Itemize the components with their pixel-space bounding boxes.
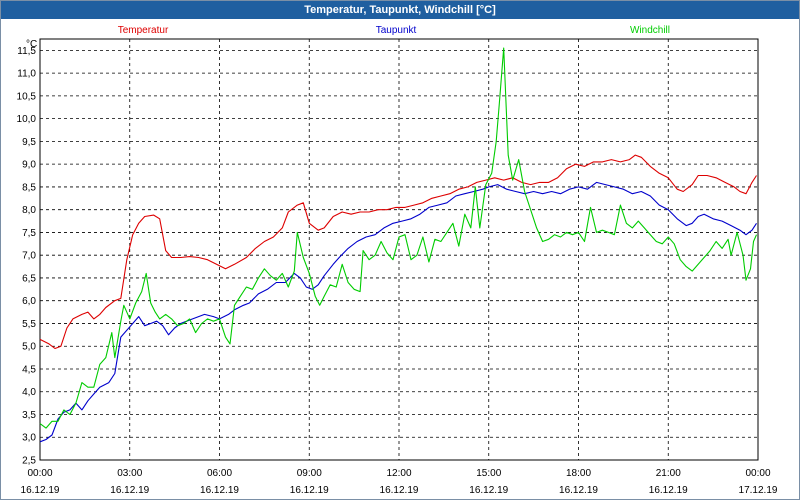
- y-tick-label: 8,5: [22, 182, 36, 193]
- x-tick-date-label: 16.12.19: [380, 485, 419, 496]
- x-tick-date-label: 16.12.19: [290, 485, 329, 496]
- y-tick-label: 3,5: [22, 410, 36, 421]
- y-tick-label: 2,5: [22, 456, 36, 467]
- y-tick-label: 11,0: [17, 69, 36, 80]
- y-tick-label: 10,0: [17, 114, 37, 125]
- y-tick-label: 7,5: [22, 228, 36, 239]
- x-axis-ticks: 00:00 16.12.19 03:00 16.12.19 06:00 16.12.19 0…: [21, 468, 778, 496]
- y-tick-label: 8,0: [22, 205, 36, 216]
- line-chart: °C 2,53,03,54,04,55,05,56,06,57,07,58,08…: [17, 25, 778, 496]
- chart-legend: Temperatur Taupunkt Windchill: [118, 25, 670, 36]
- x-tick-time-label: 09:00: [297, 468, 322, 479]
- x-tick-time-label: 18:00: [566, 468, 591, 479]
- y-tick-label: 11,5: [17, 46, 36, 57]
- x-tick-date-label: 16.12.19: [200, 485, 239, 496]
- x-tick-date-label: 16.12.19: [469, 485, 508, 496]
- x-tick-time-label: 06:00: [207, 468, 232, 479]
- x-tick-date-label: 16.12.19: [649, 485, 688, 496]
- legend-item-taupunkt: Taupunkt: [376, 25, 417, 36]
- x-tick-time-label: 12:00: [386, 468, 411, 479]
- y-tick-label: 6,0: [22, 296, 36, 307]
- series-line-temperatur: [39, 154, 757, 350]
- series-lines: [39, 47, 758, 443]
- y-tick-label: 3,0: [22, 433, 36, 444]
- legend-item-temperatur: Temperatur: [118, 25, 169, 36]
- y-tick-label: 7,0: [22, 251, 36, 262]
- y-tick-label: 5,5: [22, 319, 36, 330]
- y-axis-ticks: 2,5 3,0 3,5 4,0 4,5 5,0 5,5 6,0 6,5 7,0 7,5 8,0 8,5 9…: [17, 46, 37, 467]
- x-tick-time-label: 00:00: [27, 468, 52, 479]
- y-tick-label: 10,5: [17, 91, 37, 102]
- y-tick-label: 4,0: [22, 387, 36, 398]
- x-tick-time-label: 03:00: [117, 468, 142, 479]
- x-tick-date-label: 17.12.19: [739, 485, 778, 496]
- y-tick-label: 9,5: [22, 137, 36, 148]
- y-tick-label: 4,5: [22, 364, 36, 375]
- x-tick-date-label: 16.12.19: [21, 485, 60, 496]
- grid-lines: [40, 39, 758, 460]
- x-tick-date-label: 16.12.19: [559, 485, 598, 496]
- x-tick-date-label: 16.12.19: [110, 485, 149, 496]
- series-line-taupunkt: [39, 181, 757, 443]
- y-tick-label: 5,0: [22, 342, 36, 353]
- y-tick-label: 6,5: [22, 273, 36, 284]
- legend-item-windchill: Windchill: [630, 25, 670, 36]
- series-line-windchill: [39, 47, 758, 429]
- x-tick-time-label: 00:00: [745, 468, 770, 479]
- x-tick-time-label: 21:00: [656, 468, 681, 479]
- x-tick-time-label: 15:00: [476, 468, 501, 479]
- y-tick-label: 9,0: [22, 160, 36, 171]
